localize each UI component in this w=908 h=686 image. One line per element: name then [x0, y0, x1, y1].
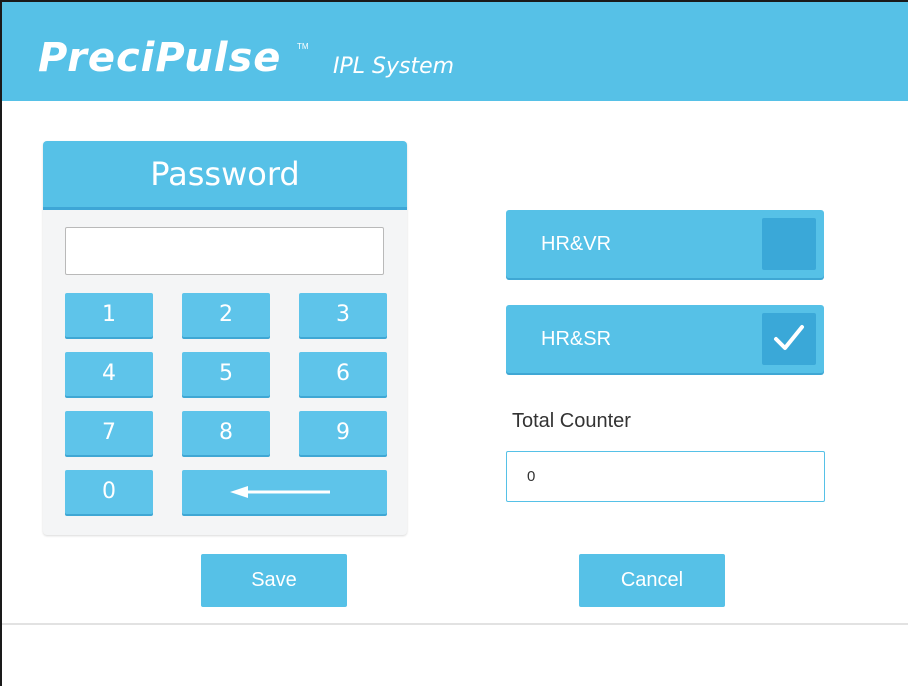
- key-0[interactable]: 0: [65, 470, 153, 514]
- total-counter-field[interactable]: 0: [506, 451, 825, 502]
- option-hrvr[interactable]: HR&VR: [506, 210, 824, 278]
- footer-divider: [2, 623, 908, 625]
- key-6[interactable]: 6: [299, 352, 387, 396]
- key-5[interactable]: 5: [182, 352, 270, 396]
- key-4[interactable]: 4: [65, 352, 153, 396]
- option-hrsr-label: HR&SR: [541, 328, 612, 350]
- cancel-button[interactable]: Cancel: [579, 554, 725, 607]
- backspace-button[interactable]: [182, 470, 387, 514]
- brand-logo: PreciPulse: [38, 35, 282, 81]
- checkmark-icon: [774, 325, 804, 350]
- key-3[interactable]: 3: [299, 293, 387, 337]
- app-subtitle: IPL System: [333, 54, 455, 79]
- key-7[interactable]: 7: [65, 411, 153, 455]
- key-1[interactable]: 1: [65, 293, 153, 337]
- key-9[interactable]: 9: [299, 411, 387, 455]
- total-counter-label: Total Counter: [512, 410, 631, 432]
- key-8[interactable]: 8: [182, 411, 270, 455]
- password-input[interactable]: [65, 227, 384, 275]
- key-2[interactable]: 2: [182, 293, 270, 337]
- trademark-mark: TM: [297, 42, 309, 51]
- keypad-title: Password: [43, 141, 407, 210]
- left-arrow-icon: [230, 486, 330, 498]
- hrvr-checkbox[interactable]: [762, 218, 816, 270]
- hrsr-checkbox[interactable]: [762, 313, 816, 365]
- option-hrsr[interactable]: HR&SR: [506, 305, 824, 373]
- password-keypad: Password 1 2 3 4 5 6 7 8 9 0: [43, 141, 407, 535]
- option-hrvr-label: HR&VR: [541, 233, 612, 255]
- save-button[interactable]: Save: [201, 554, 347, 607]
